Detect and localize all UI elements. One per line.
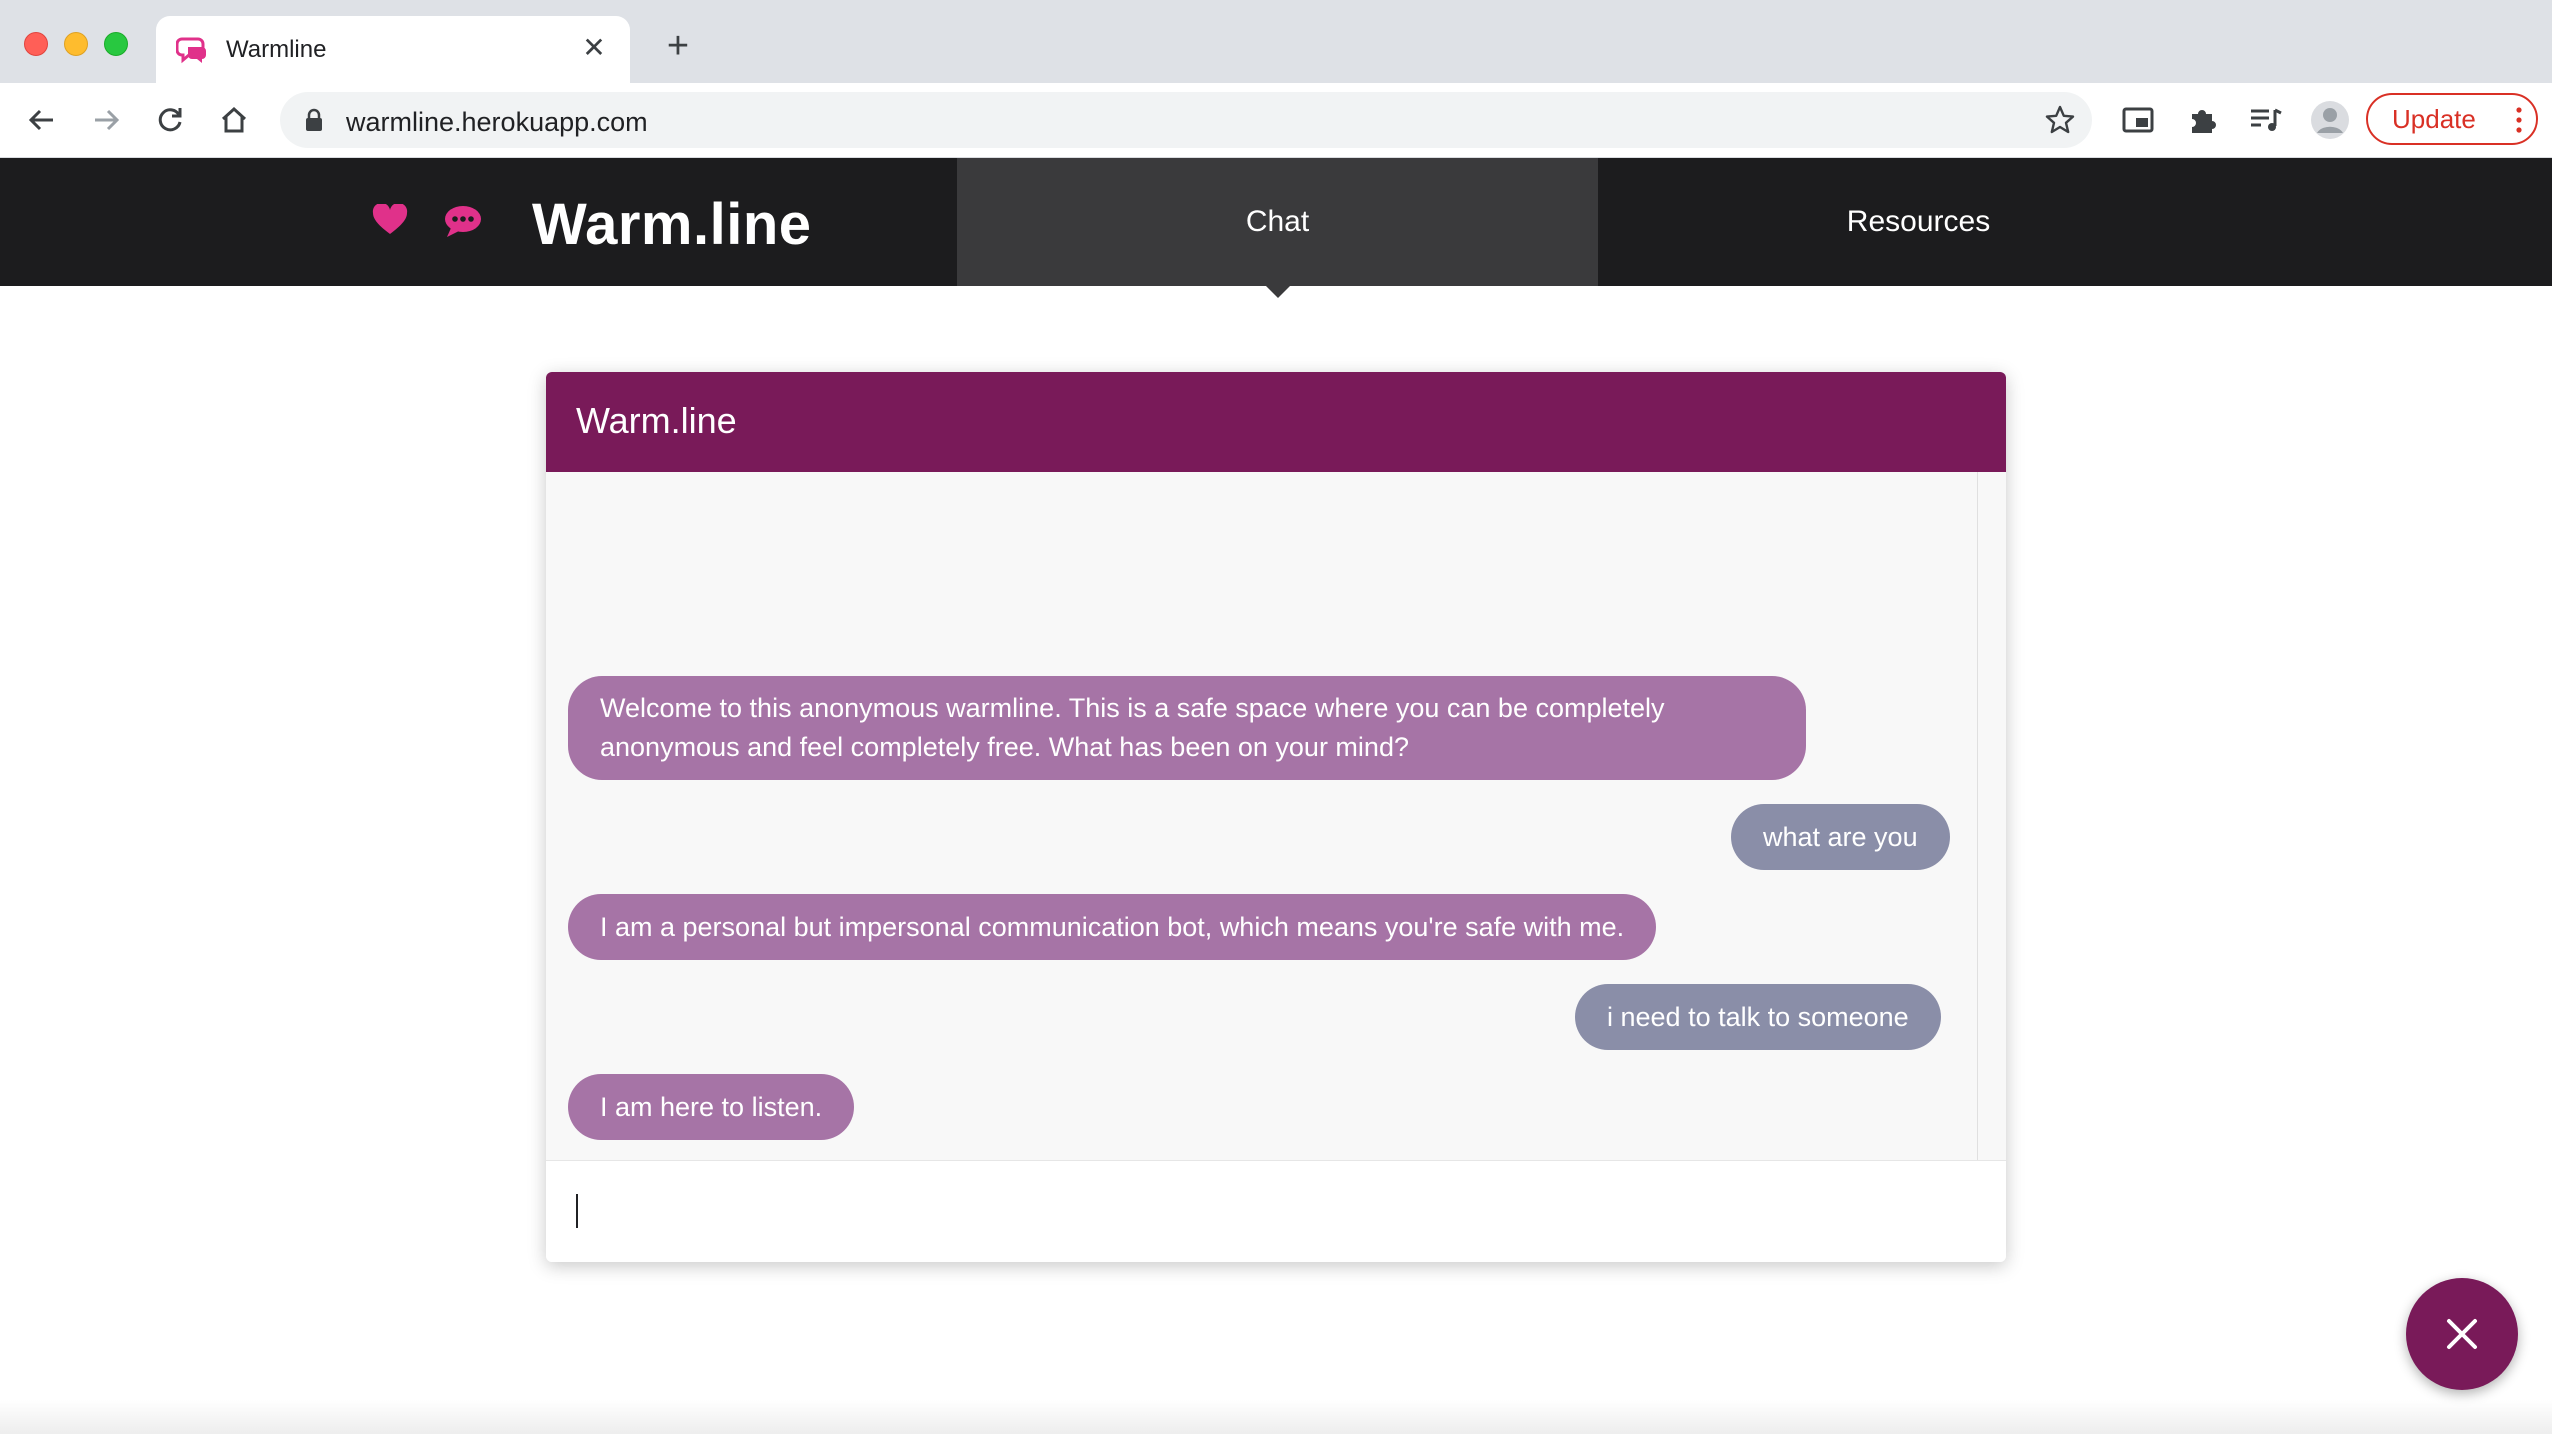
extensions-icon[interactable] — [2182, 100, 2222, 140]
home-icon[interactable] — [214, 100, 254, 140]
chat-bubble-icon — [445, 206, 481, 237]
more-vert-icon — [2516, 107, 2522, 133]
bot-message: I am a personal but impersonal communica… — [568, 894, 1657, 960]
text-caret — [576, 1194, 578, 1228]
bot-message: Welcome to this anonymous warmline. This… — [568, 676, 1806, 780]
back-icon[interactable] — [22, 100, 62, 140]
nav-tab-resources-label: Resources — [1846, 205, 1991, 238]
bot-message: I am here to listen. — [568, 1074, 855, 1140]
close-icon — [2447, 1319, 2477, 1349]
address-bar[interactable]: warmline.herokuapp.com — [280, 92, 2092, 148]
page-bottom-shadow — [0, 1400, 2552, 1434]
media-control-icon[interactable] — [2246, 100, 2286, 140]
tab-close-icon[interactable]: ✕ — [576, 30, 612, 66]
update-label: Update — [2392, 103, 2476, 134]
nav-tab-chat-label: Chat — [1245, 205, 1310, 238]
chat-input-area — [546, 1160, 2006, 1262]
chat-message-input[interactable] — [576, 1183, 1980, 1241]
chat-header: Warm.line — [546, 372, 2006, 472]
user-message: what are you — [1731, 804, 1950, 870]
forward-icon[interactable] — [86, 100, 126, 140]
picture-in-picture-icon[interactable] — [2118, 100, 2158, 140]
user-message: i need to talk to someone — [1575, 984, 1941, 1050]
active-tab-indicator — [1264, 284, 1292, 298]
close-chat-button[interactable] — [2406, 1278, 2518, 1390]
chat-window: Warm.line Welcome to this anonymous warm… — [546, 372, 2006, 1262]
nav-tab-resources[interactable]: Resources — [1598, 158, 2239, 286]
profile-icon[interactable] — [2310, 100, 2350, 140]
url-text: warmline.herokuapp.com — [346, 107, 648, 137]
bot-message-line: Welcome to this anonymous warmline. This… — [600, 693, 1665, 723]
browser-toolbar: warmline.herokuapp.com Update — [0, 83, 2552, 158]
brand-name[interactable]: Warm.line — [532, 191, 812, 258]
browser-tab-active[interactable]: Warmline ✕ — [156, 16, 630, 83]
nav-tab-chat[interactable]: Chat — [957, 158, 1598, 286]
star-icon[interactable] — [2044, 104, 2076, 136]
chat-scrollbar[interactable] — [1977, 472, 1978, 1160]
tab-title: Warmline — [226, 36, 327, 63]
window-minimize-button[interactable] — [64, 32, 88, 56]
lock-icon[interactable] — [304, 108, 324, 132]
bot-message-line: anonymous and feel completely free. What… — [600, 732, 1409, 762]
chat-bubbles-icon — [176, 37, 206, 64]
site-navbar: Warm.line Chat Resources — [0, 158, 2552, 298]
chat-header-title: Warm.line — [576, 400, 737, 441]
browser-tabstrip: Warmline ✕ + — [0, 0, 2552, 83]
new-tab-button[interactable]: + — [660, 27, 696, 66]
heart-icon — [372, 204, 408, 234]
window-zoom-button[interactable] — [104, 32, 128, 56]
reload-icon[interactable] — [150, 100, 190, 140]
window-close-button[interactable] — [24, 32, 48, 56]
update-button[interactable]: Update — [2366, 93, 2538, 145]
